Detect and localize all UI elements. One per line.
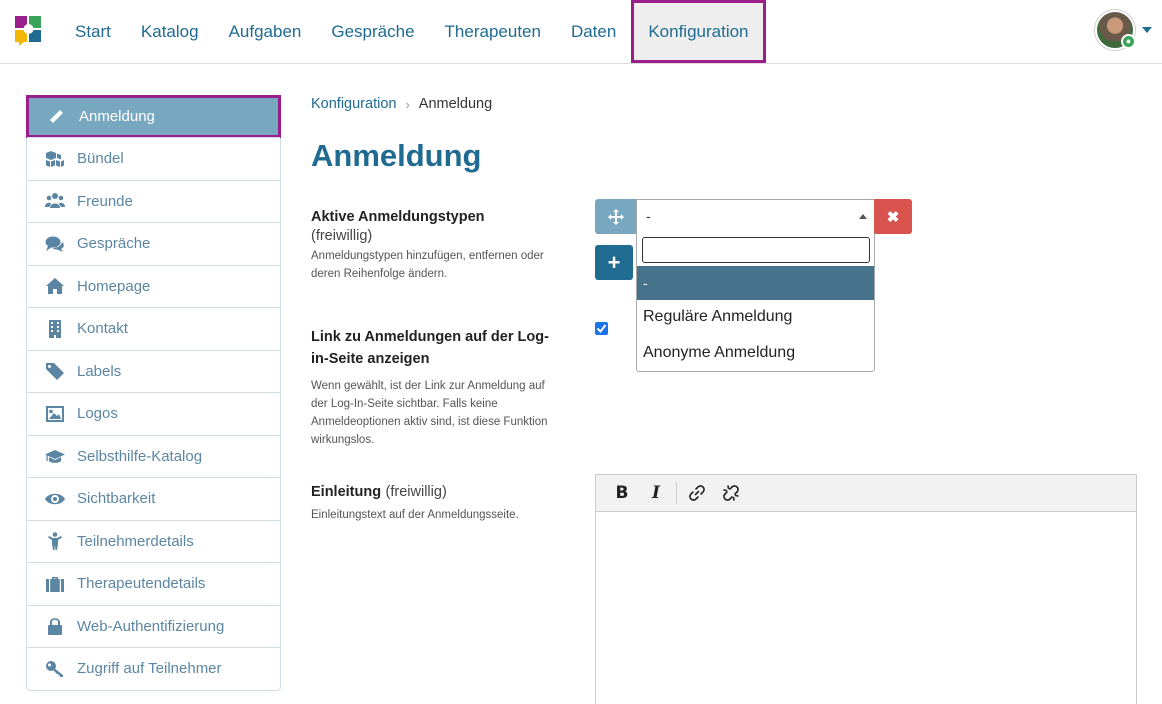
unlink-button[interactable] [714, 479, 748, 507]
app-logo[interactable] [15, 16, 42, 46]
nav-gespraeche[interactable]: Gespräche [316, 0, 429, 63]
sidebar-item-label: Web-Authentifizierung [77, 617, 225, 635]
building-icon [44, 319, 66, 338]
add-type-button[interactable]: + [595, 245, 633, 280]
sidebar-item-label: Teilnehmerdetails [77, 532, 194, 550]
config-sidebar: Anmeldung Bündel Freunde Gespräche Homep… [26, 95, 281, 691]
graduation-cap-icon [44, 447, 66, 465]
sidebar-item-therapeutendetails[interactable]: Therapeutendetails [27, 562, 280, 605]
breadcrumb-separator-icon: › [405, 96, 410, 112]
remove-type-button[interactable]: ✖ [874, 199, 912, 234]
sidebar-item-homepage[interactable]: Homepage [27, 264, 280, 308]
breadcrumb-current: Anmeldung [418, 96, 493, 112]
types-optional-hint: (freiwillig) [311, 228, 373, 244]
sidebar-item-label: Freunde [77, 192, 133, 210]
lock-icon [44, 617, 66, 636]
dropdown-search-input[interactable] [642, 237, 870, 263]
link-button[interactable] [680, 479, 714, 507]
user-menu[interactable]: ● [1095, 10, 1152, 50]
main-nav: Start Katalog Aufgaben Gespräche Therape… [60, 0, 766, 63]
intro-help-text: Einleitungstext auf der Anmeldungsseite. [311, 509, 519, 521]
nav-therapeuten[interactable]: Therapeuten [430, 0, 556, 63]
page-title: Anmeldung [311, 138, 482, 173]
sidebar-item-sichtbarkeit[interactable]: Sichtbarkeit [27, 477, 280, 520]
move-handle-button[interactable] [595, 199, 636, 234]
sidebar-item-web-authentifizierung[interactable]: Web-Authentifizierung [27, 604, 280, 648]
intro-field-label-block: Einleitung (freiwillig) Einleitungstext … [311, 481, 561, 524]
home-icon [44, 277, 66, 295]
editor-toolbar: B I [596, 475, 1136, 512]
sidebar-item-label: Labels [77, 362, 122, 380]
select-arrow-up-icon [859, 214, 867, 219]
key-icon [44, 660, 66, 678]
dropdown-option[interactable]: Reguläre Anmeldung [637, 300, 874, 334]
breadcrumb: Konfiguration › Anmeldung [311, 96, 492, 112]
sidebar-item-gespraeche[interactable]: Gespräche [27, 222, 280, 265]
sidebar-item-label: Selbsthilfe-Katalog [77, 447, 203, 465]
eye-icon [44, 490, 66, 508]
avatar[interactable]: ● [1095, 10, 1136, 50]
editor-content-area[interactable] [596, 512, 1136, 704]
sidebar-item-buendel[interactable]: Bündel [27, 137, 280, 180]
sidebar-item-label: Logos [77, 405, 118, 423]
nav-aufgaben[interactable]: Aufgaben [214, 0, 317, 63]
sidebar-item-label: Anmeldung [79, 108, 155, 125]
nav-konfiguration[interactable]: Konfiguration [631, 0, 766, 63]
sidebar-item-label: Sichtbarkeit [77, 490, 156, 508]
link-icon [689, 485, 705, 501]
sidebar-item-label: Bündel [77, 150, 124, 168]
types-help-text: Anmeldungstypen hinzufügen, entfernen od… [311, 250, 544, 280]
arrows-move-icon [607, 208, 624, 225]
pencil-icon [46, 108, 68, 126]
toolbar-divider [676, 482, 677, 504]
top-navbar: Start Katalog Aufgaben Gespräche Therape… [0, 0, 1162, 64]
bold-button[interactable]: B [605, 479, 639, 507]
sidebar-item-anmeldung[interactable]: Anmeldung [26, 95, 281, 138]
show-link-checkbox[interactable] [595, 322, 608, 335]
image-icon [44, 405, 66, 423]
sidebar-item-label: Kontakt [77, 320, 128, 338]
types-field-label-block: Aktive Anmeldungstypen (freiwillig) Anme… [311, 206, 561, 283]
online-badge-icon: ● [1121, 34, 1136, 49]
users-icon [44, 192, 66, 210]
sidebar-item-labels[interactable]: Labels [27, 349, 280, 393]
intro-rich-text-editor: B I [595, 474, 1137, 704]
types-select-value: - [646, 208, 651, 224]
intro-field-label: Einleitung [311, 484, 382, 500]
sidebar-item-label: Homepage [77, 277, 151, 295]
dropdown-option[interactable]: Anonyme Anmeldung [637, 336, 874, 370]
sidebar-item-kontakt[interactable]: Kontakt [27, 307, 280, 350]
nav-start[interactable]: Start [60, 0, 126, 63]
sidebar-item-zugriff-auf-teilnehmer[interactable]: Zugriff auf Teilnehmer [27, 647, 280, 690]
link-field-label-block: Link zu Anmeldungen auf der Log-in-Seite… [311, 326, 561, 449]
sidebar-item-label: Zugriff auf Teilnehmer [77, 660, 222, 678]
link-help-text: Wenn gewählt, ist der Link zur Anmeldung… [311, 380, 548, 446]
intro-optional-hint: (freiwillig) [385, 484, 447, 500]
types-field-label: Aktive Anmeldungstypen [311, 209, 485, 225]
types-dropdown: - Reguläre Anmeldung Anonyme Anmeldung [636, 233, 875, 372]
italic-button[interactable]: I [639, 479, 673, 507]
cubes-icon [44, 150, 66, 168]
briefcase-icon [44, 575, 66, 593]
sidebar-item-logos[interactable]: Logos [27, 392, 280, 435]
types-select[interactable]: - [636, 199, 875, 234]
nav-katalog[interactable]: Katalog [126, 0, 214, 63]
dropdown-option[interactable]: - [637, 266, 874, 300]
sidebar-item-freunde[interactable]: Freunde [27, 179, 280, 223]
breadcrumb-link-konfiguration[interactable]: Konfiguration [311, 96, 396, 112]
checkmark-icon [596, 324, 607, 334]
sidebar-item-selbsthilfe-katalog[interactable]: Selbsthilfe-Katalog [27, 434, 280, 478]
nav-daten[interactable]: Daten [556, 0, 631, 63]
link-field-label: Link zu Anmeldungen auf der Log-in-Seite… [311, 329, 549, 367]
sidebar-item-teilnehmerdetails[interactable]: Teilnehmerdetails [27, 519, 280, 563]
comments-icon [44, 235, 66, 253]
unlink-icon [723, 485, 739, 501]
chevron-down-icon[interactable] [1142, 27, 1152, 33]
sidebar-item-label: Gespräche [77, 235, 151, 253]
child-icon [44, 532, 66, 551]
tag-icon [44, 362, 66, 381]
sidebar-item-label: Therapeutendetails [77, 575, 206, 593]
